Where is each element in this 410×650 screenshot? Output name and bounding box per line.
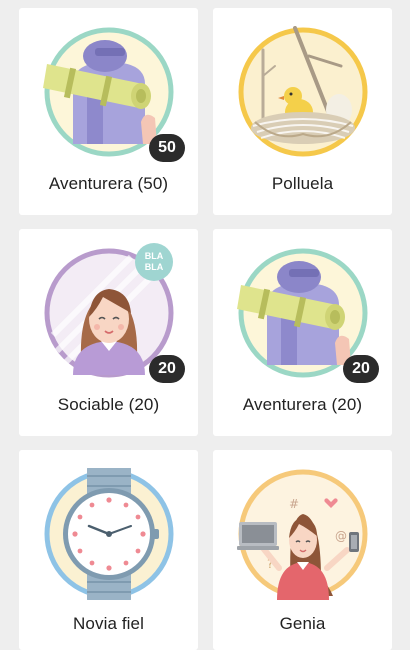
badge-card-genia[interactable]: # @ ? Genia	[213, 450, 392, 650]
svg-text:@: @	[335, 529, 347, 543]
speech-bubble-icon: BLA BLA	[135, 243, 173, 281]
genius-girl-icon: # @ ?	[237, 468, 369, 600]
badge-card-aventurera-20[interactable]: 20 Aventurera (20)	[213, 229, 392, 436]
badge-label: Polluela	[271, 174, 334, 193]
badge-card-polluela[interactable]: Polluela	[213, 8, 392, 215]
badge-label: Sociable (20)	[57, 395, 160, 414]
count-badge: 20	[149, 355, 185, 383]
chick-nest-icon	[237, 26, 369, 158]
badge-card-novia-fiel[interactable]: Novia fiel	[19, 450, 198, 650]
bubble-text: BLA	[144, 262, 164, 272]
sociable-girl-icon: BLA BLA 20	[43, 243, 185, 383]
backpack-adventurer-icon: 50	[43, 26, 185, 162]
badge-label: Aventurera (50)	[48, 174, 169, 193]
badge-label: Aventurera (20)	[242, 395, 363, 414]
badge-card-sociable-20[interactable]: BLA BLA 20 Sociable (20)	[19, 229, 198, 436]
count-badge: 20	[343, 355, 379, 383]
count-badge: 50	[149, 134, 185, 162]
svg-text:#: #	[289, 497, 299, 511]
backpack-adventurer-icon: 20	[237, 247, 379, 383]
wristwatch-icon	[43, 468, 175, 600]
bubble-text: BLA	[144, 251, 164, 261]
badge-label: Novia fiel	[73, 614, 144, 633]
badge-card-aventurera-50[interactable]: 50 Aventurera (50)	[19, 8, 198, 215]
badge-label: Genia	[279, 614, 326, 633]
